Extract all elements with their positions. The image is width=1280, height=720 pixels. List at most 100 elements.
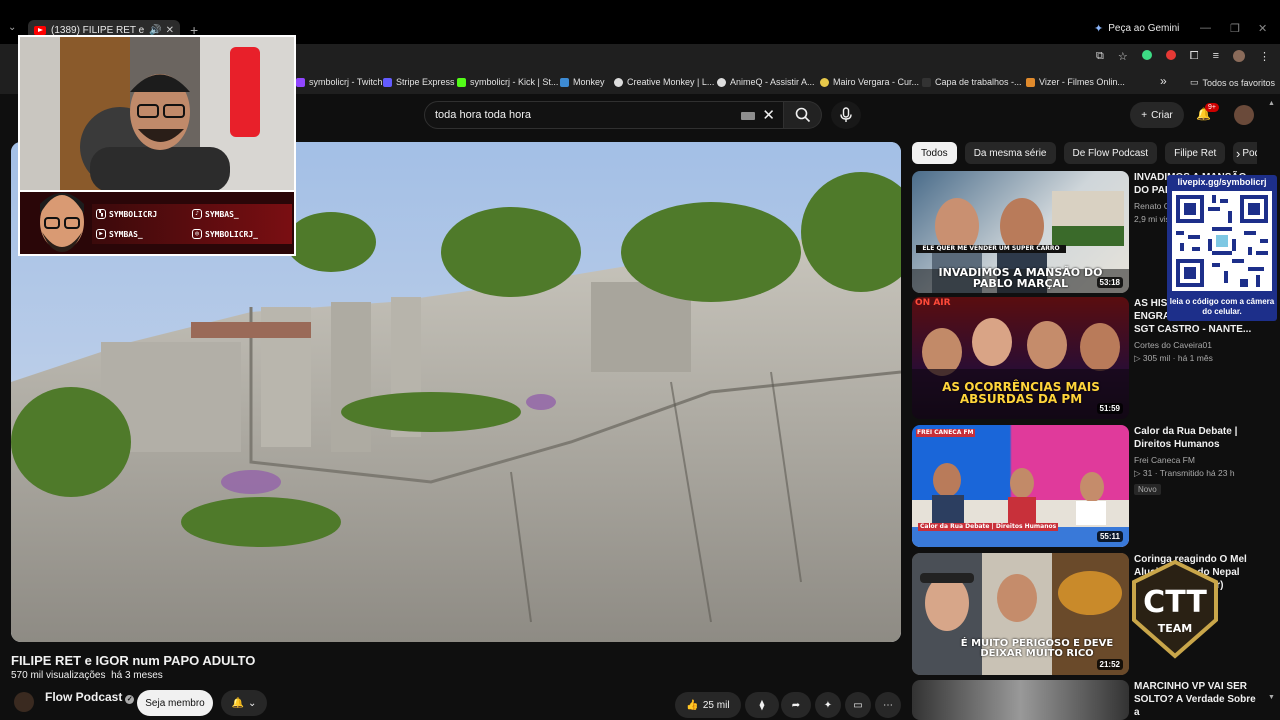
bookmark-item[interactable]: symbolicrj - Twitch xyxy=(296,77,382,87)
video-duration: 53:18 xyxy=(1096,277,1123,288)
search-button[interactable] xyxy=(784,101,822,129)
scroll-up-arrow-icon[interactable]: ▲ xyxy=(1268,100,1275,107)
all-favorites-folder[interactable]: ▭ Todos os favoritos xyxy=(1190,77,1275,88)
recommendation-thumbnail[interactable]: ON AIR AS OCORRÊNCIAS MAIS ABSURDAS DA P… xyxy=(912,297,1129,419)
account-avatar[interactable] xyxy=(1234,105,1254,125)
more-actions-button[interactable]: ⋯ xyxy=(875,692,901,718)
thumbs-down-icon: ⧫ xyxy=(759,699,765,711)
recommendation-thumbnail[interactable]: ELE QUER ME VENDER UM SUPER CARRO INVADI… xyxy=(912,171,1129,293)
recommendation-stats: ▷ 305 mil · há 1 mês xyxy=(1134,353,1213,363)
search-input[interactable]: toda hora toda hora ✕ xyxy=(424,101,784,129)
stripe-icon xyxy=(383,77,392,87)
thumbnail-subcaption: FREI CANECA FM xyxy=(916,429,975,437)
video-duration: 55:11 xyxy=(1096,531,1123,542)
chip-mesma-serie[interactable]: Da mesma série xyxy=(964,142,1056,164)
create-button[interactable]: + Criar xyxy=(1130,102,1184,128)
social-handles-grid: ▚ SYMBOLICRJ ♪ SYMBAS_ ▶ SYMBAS_ ◎ SYMBOLICR… xyxy=(92,204,292,244)
recommendation-thumbnail[interactable] xyxy=(912,680,1129,720)
profile-avatar-icon[interactable] xyxy=(1233,50,1245,62)
upload-age: há 3 meses xyxy=(111,670,163,681)
qr-code xyxy=(1172,191,1272,291)
join-member-button[interactable]: Seja membro xyxy=(137,690,213,716)
ctt-logo-subtext: TEAM xyxy=(1158,622,1192,635)
extensions-puzzle-icon[interactable]: ⧠ xyxy=(1190,50,1199,63)
menu-dots-icon[interactable]: ⋮ xyxy=(1259,50,1270,63)
chip-todos[interactable]: Todos xyxy=(912,142,957,164)
maximize-icon[interactable]: ❐ xyxy=(1230,22,1240,35)
bookmark-item[interactable]: symbolicrj - Kick | St... xyxy=(457,77,558,87)
remix-button[interactable]: ✦ xyxy=(815,692,841,718)
bookmark-star-icon[interactable]: ☆ xyxy=(1118,50,1128,63)
gemini-button[interactable]: ✦ Peça ao Gemini xyxy=(1094,22,1179,35)
youtube-favicon-icon xyxy=(34,25,46,35)
gemini-label: Peça ao Gemini xyxy=(1108,23,1180,34)
bookmark-item[interactable]: Capa de trabalhos -... xyxy=(922,77,1022,87)
recommendation-title[interactable]: MARCINHO VP VAI SER SOLTO? A Verdade Sob… xyxy=(1134,680,1264,719)
keyboard-icon[interactable] xyxy=(741,112,755,120)
close-tab-icon[interactable]: ✕ xyxy=(166,25,174,36)
toolbar-icons: ⧉ ☆ ⧠ ≡ ⋮ xyxy=(1096,50,1270,63)
like-button[interactable]: 👍 25 mil xyxy=(675,692,741,718)
sparkle-icon: ✦ xyxy=(823,699,833,711)
instagram-icon: ◎ xyxy=(192,229,202,239)
recommendation-channel[interactable]: Frei Caneca FM xyxy=(1134,455,1264,465)
kick-icon xyxy=(457,77,466,87)
recommendation-thumbnail[interactable]: É MUITO PERIGOSO E DEVE DEIXAR MUITO RIC… xyxy=(912,553,1129,675)
thumbnail-caption: Calor da Rua Debate | Direitos Humanos xyxy=(918,523,1059,531)
recommendation-info: MARCINHO VP VAI SER SOLTO? A Verdade Sob… xyxy=(1134,680,1264,719)
create-label: Criar xyxy=(1151,109,1173,121)
bookmark-item[interactable]: Monkey xyxy=(560,77,605,87)
minimize-icon[interactable]: — xyxy=(1200,22,1211,34)
audio-playing-icon[interactable]: 🔊 xyxy=(149,25,161,36)
microphone-icon xyxy=(840,107,852,122)
install-app-icon[interactable]: ⧉ xyxy=(1096,50,1104,63)
tiktok-icon: ♪ xyxy=(192,209,202,219)
bookmark-item[interactable]: Stripe Express xyxy=(383,77,455,87)
video-duration: 51:59 xyxy=(1096,403,1123,414)
social-handle: ◎ SYMBOLICRJ_ xyxy=(192,229,288,239)
recommendation-item[interactable]: FREI CANECA FM Calor da Rua Debate | Dir… xyxy=(912,425,1272,547)
scroll-down-arrow-icon[interactable]: ▼ xyxy=(1268,694,1275,701)
livepix-qr-overlay: livepix.gg/symbolicrj leia o código com … xyxy=(1167,175,1277,321)
subscribed-bell-button[interactable]: 🔔 ⌄ xyxy=(221,690,267,716)
recommendation-thumbnail[interactable]: FREI CANECA FM Calor da Rua Debate | Dir… xyxy=(912,425,1129,547)
bookmark-item[interactable]: Mairo Vergara - Cur... xyxy=(820,77,919,87)
bookmark-item[interactable]: Vizer - Filmes Onlin... xyxy=(1026,77,1125,87)
social-handle: ▚ SYMBOLICRJ xyxy=(96,209,192,219)
twitch-icon xyxy=(296,77,305,87)
recommendation-stats: ▷ 31 · Transmitido há 23 h xyxy=(1134,468,1235,478)
bookmark-item[interactable]: AnimeQ - Assistir A... xyxy=(717,77,815,87)
share-button[interactable]: ➦ xyxy=(781,692,811,718)
clear-search-icon[interactable]: ✕ xyxy=(762,106,775,124)
channel-name[interactable]: Flow Podcast ✓ xyxy=(45,690,135,704)
new-badge: Novo xyxy=(1134,484,1161,495)
close-window-icon[interactable]: ✕ xyxy=(1258,22,1267,35)
tab-search-icon[interactable]: ⌄ xyxy=(8,22,16,33)
channel-avatar[interactable] xyxy=(14,692,34,712)
dislike-button[interactable]: ⧫ xyxy=(745,692,779,718)
voice-search-button[interactable] xyxy=(831,101,861,129)
save-button[interactable]: ▭ xyxy=(845,692,871,718)
chevron-right-icon[interactable]: › xyxy=(1236,146,1240,161)
more-bookmarks-icon[interactable]: » xyxy=(1160,74,1167,88)
search-icon xyxy=(795,107,810,123)
thumbnail-caption: AS OCORRÊNCIAS MAIS ABSURDAS DA PM xyxy=(942,380,1100,406)
extension-green-icon[interactable] xyxy=(1141,50,1152,60)
recommendation-item[interactable]: MARCINHO VP VAI SER SOLTO? A Verdade Sob… xyxy=(912,680,1272,720)
extension-red-icon[interactable] xyxy=(1165,50,1176,60)
bell-icon: 🔔 xyxy=(231,697,245,709)
save-icon: ▭ xyxy=(853,699,863,711)
qr-label: livepix.gg/symbolicrj xyxy=(1177,177,1267,187)
media-controls-icon[interactable]: ≡ xyxy=(1213,50,1219,63)
bookmark-item[interactable]: Creative Monkey | L... xyxy=(614,77,714,87)
thumbnail-subcaption: ELE QUER ME VENDER UM SUPER CARRO xyxy=(916,245,1066,253)
chip-filipe-ret[interactable]: Filipe Ret xyxy=(1165,142,1226,164)
qr-caption: leia o código com a câmera do celular. xyxy=(1169,297,1275,316)
recommendation-title[interactable]: Calor da Rua Debate | Direitos Humanos xyxy=(1134,425,1264,451)
ctt-team-logo: CTT TEAM xyxy=(1132,560,1218,659)
thumbs-up-icon: 👍 xyxy=(686,699,699,711)
qr-code-pattern xyxy=(1172,191,1272,291)
globe-icon xyxy=(614,77,623,87)
chip-flow-podcast[interactable]: De Flow Podcast xyxy=(1063,142,1158,164)
recommendation-channel[interactable]: Cortes do Caveira01 xyxy=(1134,340,1264,350)
